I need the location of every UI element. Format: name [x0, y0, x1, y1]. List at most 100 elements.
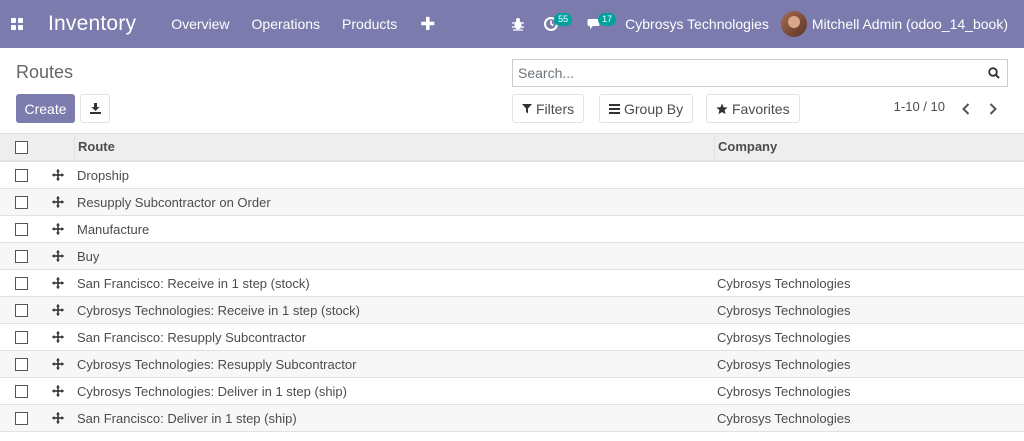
- drag-handle[interactable]: [42, 250, 74, 262]
- table-row[interactable]: San Francisco: Receive in 1 step (stock)…: [0, 270, 1024, 297]
- drag-handle[interactable]: [42, 277, 74, 289]
- table-row[interactable]: Cybrosys Technologies: Deliver in 1 step…: [0, 378, 1024, 405]
- row-select-cell: [0, 330, 42, 344]
- route-cell: Cybrosys Technologies: Deliver in 1 step…: [77, 383, 347, 399]
- table-row[interactable]: Manufacture: [0, 216, 1024, 243]
- apps-icon: [11, 18, 23, 30]
- route-cell: Manufacture: [77, 221, 150, 237]
- apps-menu-button[interactable]: [0, 0, 34, 48]
- favorites-button[interactable]: Favorites: [706, 94, 800, 123]
- row-checkbox[interactable]: [14, 303, 28, 317]
- company-cell: Cybrosys Technologies: [717, 383, 851, 399]
- drag-handle[interactable]: [42, 223, 74, 235]
- row-select-cell: [0, 222, 42, 236]
- menu-item-operations[interactable]: Operations: [241, 0, 331, 48]
- download-icon: [89, 103, 101, 114]
- drag-handle-icon: [52, 331, 64, 343]
- company-cell: Cybrosys Technologies: [717, 302, 851, 318]
- row-checkbox[interactable]: [14, 168, 28, 182]
- favorites-label: Favorites: [732, 100, 790, 117]
- star-icon: [716, 103, 728, 115]
- routes-list: Route Company Dropship Resupply Subcontra…: [0, 133, 1024, 432]
- select-all-checkbox[interactable]: [14, 140, 28, 154]
- route-cell: Buy: [77, 248, 100, 264]
- drag-handle[interactable]: [42, 304, 74, 316]
- pager-value[interactable]: 1-10 / 10: [894, 99, 945, 114]
- row-checkbox[interactable]: [14, 222, 28, 236]
- row-checkbox[interactable]: [14, 276, 28, 290]
- table-row[interactable]: San Francisco: Deliver in 1 step (ship) C…: [0, 405, 1024, 432]
- row-select-cell: [0, 195, 42, 209]
- column-header-route[interactable]: Route: [74, 133, 714, 161]
- drag-handle[interactable]: [42, 169, 74, 181]
- export-button[interactable]: [80, 94, 110, 123]
- group-by-label: Group By: [624, 100, 684, 117]
- control-panel: Routes Create Filters Group: [0, 48, 1024, 134]
- route-cell: San Francisco: Receive in 1 step (stock): [77, 275, 310, 291]
- column-header-company[interactable]: Company: [714, 133, 1024, 161]
- row-checkbox[interactable]: [14, 249, 28, 263]
- create-button[interactable]: Create: [16, 94, 75, 123]
- drag-handle-icon: [52, 223, 64, 235]
- pager-next-button[interactable]: [980, 95, 1006, 123]
- message-count-badge: 17: [598, 13, 617, 26]
- top-navbar: Inventory Overview Operations Products ✚…: [0, 0, 1024, 48]
- group-by-button[interactable]: Group By: [599, 94, 694, 123]
- avatar: [780, 11, 807, 37]
- row-select-cell: [0, 357, 42, 371]
- table-row[interactable]: Resupply Subcontractor on Order: [0, 189, 1024, 216]
- menu-item-overview[interactable]: Overview: [160, 0, 240, 48]
- row-select-cell: [0, 303, 42, 317]
- search-button[interactable]: [981, 67, 1007, 79]
- drag-handle-icon: [52, 196, 64, 208]
- navbar-systray: 55 17 Cybrosys Technologies Mitchell Adm…: [501, 0, 1024, 48]
- row-select-cell: [0, 384, 42, 398]
- drag-handle-icon: [52, 358, 64, 370]
- breadcrumb: Routes: [16, 62, 74, 82]
- route-cell: Cybrosys Technologies: Receive in 1 step…: [77, 302, 360, 318]
- drag-handle[interactable]: [42, 412, 74, 424]
- company-cell: Cybrosys Technologies: [717, 329, 851, 345]
- debug-button[interactable]: [501, 0, 535, 48]
- table-row[interactable]: Cybrosys Technologies: Resupply Subcontr…: [0, 351, 1024, 378]
- app-name[interactable]: Inventory: [48, 12, 136, 36]
- drag-handle[interactable]: [42, 385, 74, 397]
- drag-handle[interactable]: [42, 196, 74, 208]
- row-checkbox[interactable]: [14, 330, 28, 344]
- drag-handle-icon: [52, 304, 64, 316]
- select-all-cell: [0, 140, 42, 154]
- route-cell: San Francisco: Resupply Subcontractor: [77, 329, 307, 345]
- table-row[interactable]: San Francisco: Resupply Subcontractor Cyb…: [0, 324, 1024, 351]
- drag-handle-icon: [52, 169, 64, 181]
- group-by-icon: [609, 103, 620, 114]
- drag-handle-icon: [52, 412, 64, 424]
- search-bar: [512, 59, 1008, 87]
- company-switcher[interactable]: Cybrosys Technologies: [615, 16, 781, 32]
- messages-button[interactable]: 17: [581, 0, 617, 48]
- filters-button[interactable]: Filters: [512, 94, 585, 123]
- row-select-cell: [0, 411, 42, 425]
- drag-handle[interactable]: [42, 358, 74, 370]
- row-checkbox[interactable]: [14, 195, 28, 209]
- table-row[interactable]: Cybrosys Technologies: Receive in 1 step…: [0, 297, 1024, 324]
- route-cell: Resupply Subcontractor on Order: [77, 194, 271, 210]
- company-cell: Cybrosys Technologies: [717, 356, 851, 372]
- pager-previous-button[interactable]: [953, 95, 979, 123]
- drag-handle[interactable]: [42, 331, 74, 343]
- more-menu-icon[interactable]: ✚: [408, 0, 447, 48]
- row-checkbox[interactable]: [14, 357, 28, 371]
- search-icon: [988, 67, 1000, 79]
- filters-label: Filters: [536, 100, 575, 117]
- drag-handle-icon: [52, 250, 64, 262]
- table-body: Dropship Resupply Subcontractor on Order M…: [0, 162, 1024, 432]
- search-input[interactable]: [513, 60, 981, 86]
- row-checkbox[interactable]: [14, 411, 28, 425]
- table-row[interactable]: Dropship: [0, 162, 1024, 189]
- activity-button[interactable]: 55: [537, 0, 573, 48]
- row-select-cell: [0, 249, 42, 263]
- user-menu[interactable]: Mitchell Admin (odoo_14_book): [780, 11, 1024, 37]
- row-checkbox[interactable]: [14, 384, 28, 398]
- table-row[interactable]: Buy: [0, 243, 1024, 270]
- menu-item-products[interactable]: Products: [331, 0, 408, 48]
- activity-count-badge: 55: [554, 13, 573, 26]
